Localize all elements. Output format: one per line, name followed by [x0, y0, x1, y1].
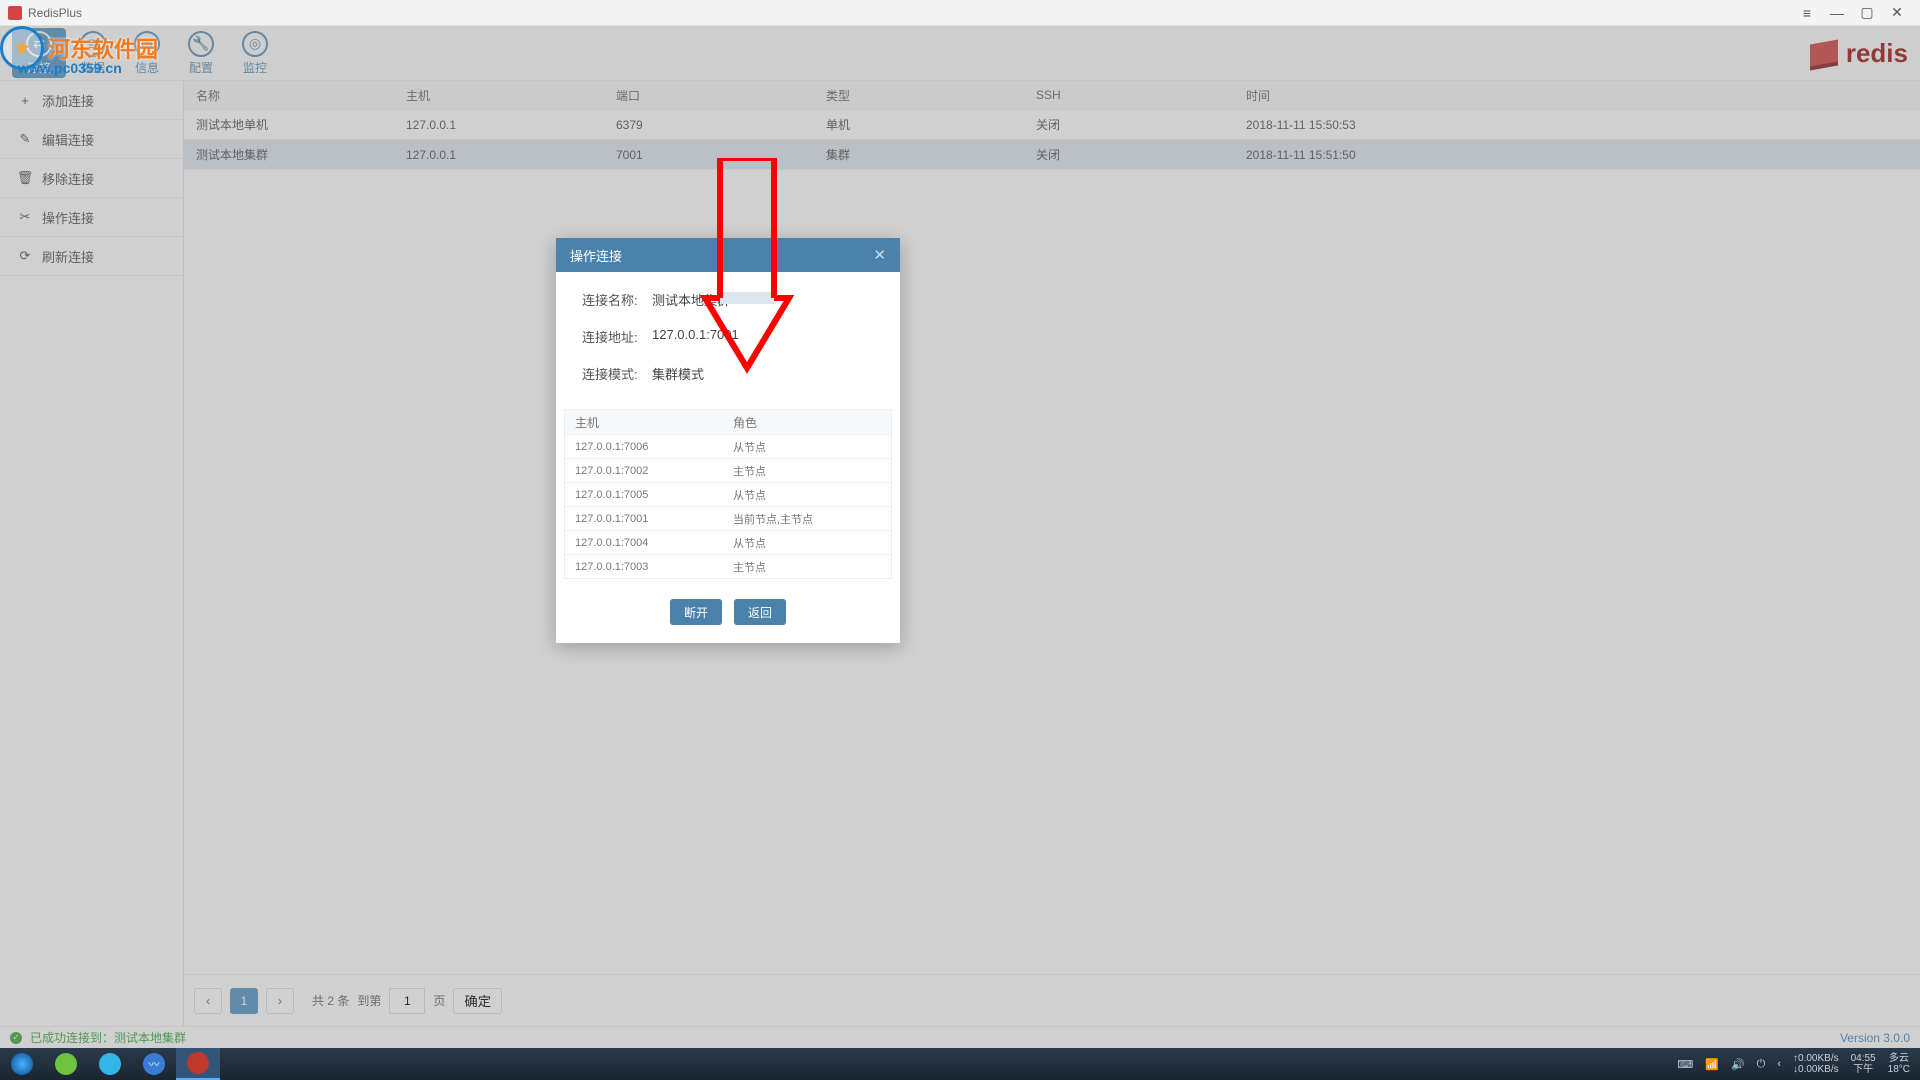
taskbar-launcher[interactable]	[0, 1048, 44, 1080]
keyboard-icon[interactable]: ⌨	[1677, 1058, 1693, 1071]
field-value-mode: 集群模式	[652, 364, 704, 383]
window-titlebar: RedisPlus ≡ — ▢ ✕	[0, 0, 1920, 26]
dialog-disconnect-button[interactable]: 断开	[670, 599, 722, 625]
tray-chevron-icon[interactable]: ‹	[1777, 1058, 1781, 1070]
os-taskbar: 〰 ⌨ 📶 🔊 ⏻ ‹ ↑0.00KB/s↓0.00KB/s 04:55下午 多…	[0, 1048, 1920, 1080]
mth-role: 角色	[723, 410, 891, 434]
redis-icon	[187, 1052, 209, 1074]
node-row[interactable]: 127.0.0.1:7001当前节点,主节点	[565, 506, 891, 530]
network-speed: ↑0.00KB/s↓0.00KB/s	[1793, 1053, 1839, 1075]
dialog-header: 操作连接 ✕	[556, 238, 900, 272]
window-maximize-button[interactable]: ▢	[1852, 3, 1882, 23]
taskbar-app-redisplus[interactable]	[176, 1048, 220, 1080]
dialog-node-table: 主机 角色 127.0.0.1:7006从节点 127.0.0.1:7002主节…	[564, 409, 892, 579]
field-label-name: 连接名称:	[582, 290, 652, 309]
window-close-button[interactable]: ✕	[1882, 3, 1912, 23]
app-icon	[55, 1053, 77, 1075]
modal-overlay	[0, 26, 1920, 1048]
taskbar-app[interactable]	[44, 1048, 88, 1080]
node-row[interactable]: 127.0.0.1:7003主节点	[565, 554, 891, 578]
window-title: RedisPlus	[28, 6, 82, 20]
node-row[interactable]: 127.0.0.1:7002主节点	[565, 458, 891, 482]
app-icon	[8, 6, 22, 20]
node-row[interactable]: 127.0.0.1:7004从节点	[565, 530, 891, 554]
power-icon[interactable]: ⏻	[1757, 1058, 1766, 1071]
field-label-mode: 连接模式:	[582, 364, 652, 383]
window-minimize-button[interactable]: —	[1822, 3, 1852, 23]
activity-icon: 〰	[143, 1053, 165, 1075]
taskbar-app[interactable]: 〰	[132, 1048, 176, 1080]
app-icon	[99, 1053, 121, 1075]
volume-icon[interactable]: 🔊	[1731, 1058, 1745, 1071]
operate-connection-dialog: 操作连接 ✕ 连接名称:测试本地集群 连接地址:127.0.0.1:7001 连…	[556, 238, 900, 643]
node-row[interactable]: 127.0.0.1:7005从节点	[565, 482, 891, 506]
mth-host: 主机	[565, 410, 723, 434]
dialog-close-button[interactable]: ✕	[873, 246, 886, 264]
taskbar-app[interactable]	[88, 1048, 132, 1080]
field-label-addr: 连接地址:	[582, 327, 652, 346]
wifi-icon[interactable]: 📶	[1705, 1058, 1719, 1071]
field-value-addr: 127.0.0.1:7001	[652, 327, 739, 346]
field-value-name: 测试本地集群	[652, 290, 730, 309]
taskbar-clock[interactable]: 04:55下午	[1851, 1053, 1876, 1075]
window-menu-button[interactable]: ≡	[1792, 3, 1822, 23]
dialog-title: 操作连接	[570, 246, 622, 265]
node-row[interactable]: 127.0.0.1:7006从节点	[565, 434, 891, 458]
dialog-back-button[interactable]: 返回	[734, 599, 786, 625]
taskbar-weather[interactable]: 多云18°C	[1888, 1053, 1910, 1075]
system-tray: ⌨ 📶 🔊 ⏻ ‹ ↑0.00KB/s↓0.00KB/s 04:55下午 多云1…	[1667, 1053, 1920, 1075]
deepin-icon	[11, 1053, 33, 1075]
